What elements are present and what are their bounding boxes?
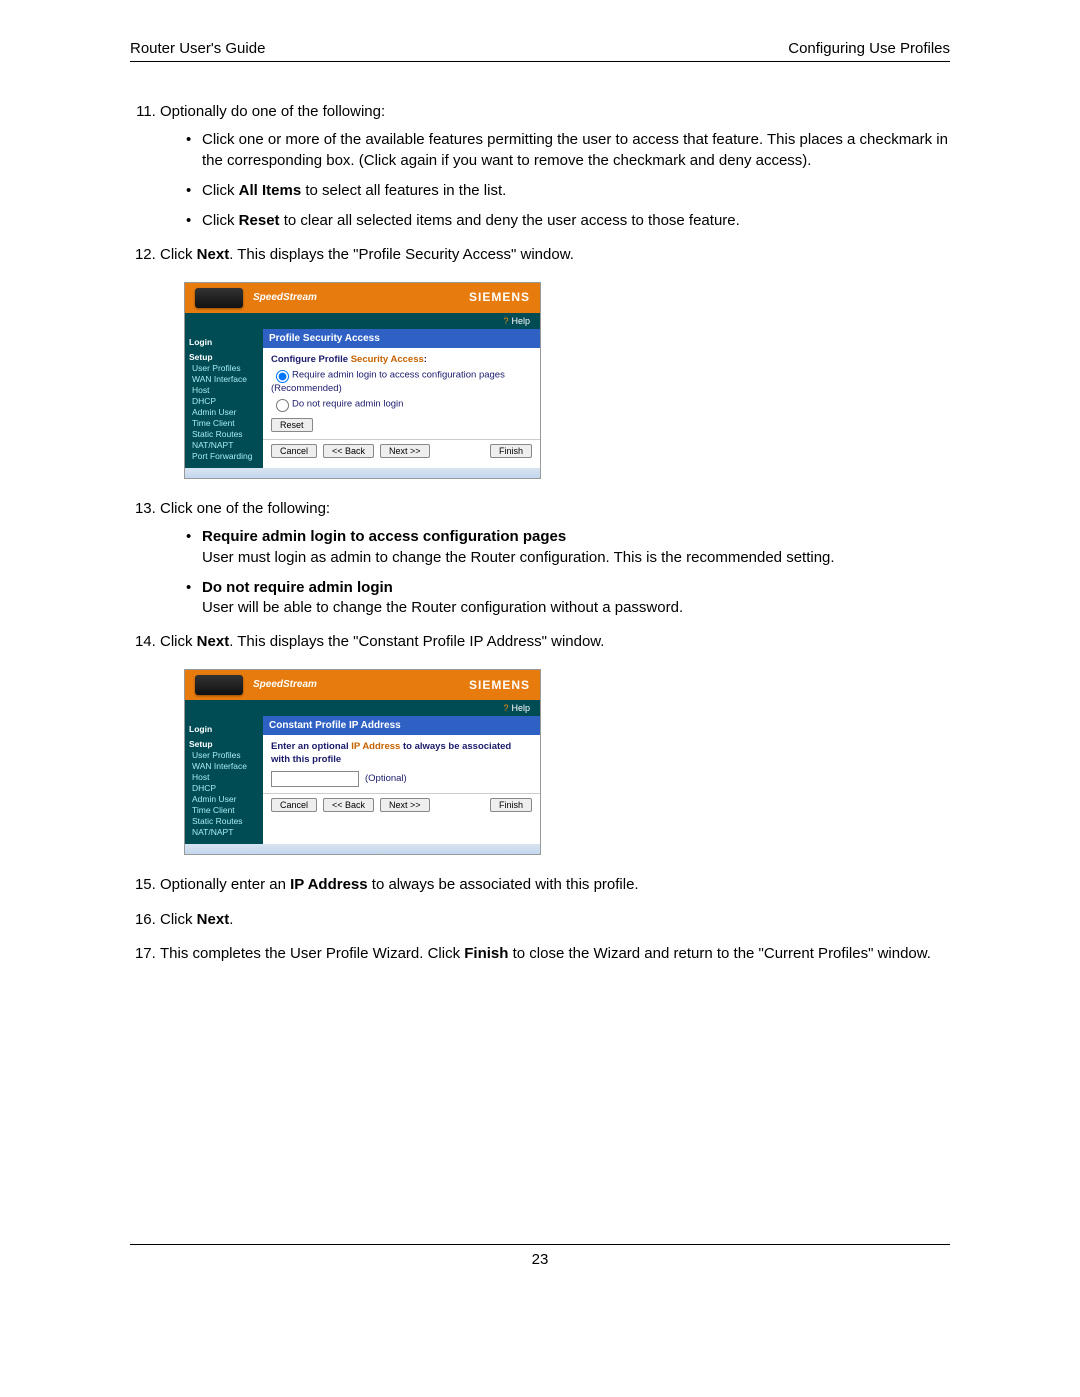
step-13-text: Click one of the following:: [160, 500, 330, 517]
step-11-bullet-2: Click All Items to select all features i…: [186, 181, 950, 201]
nav-login[interactable]: Login: [189, 724, 259, 735]
step-11-text: Optionally do one of the following:: [160, 103, 385, 120]
radio-require-admin-input[interactable]: [276, 370, 289, 383]
step-14: Click Next. This displays the "Constant …: [160, 632, 950, 855]
nav-item[interactable]: Host: [189, 385, 259, 396]
panel-title: Profile Security Access: [263, 329, 540, 349]
radio-no-admin-input[interactable]: [276, 399, 289, 412]
scrollbar[interactable]: [185, 468, 540, 478]
nav-item[interactable]: Port Forwarding: [189, 451, 259, 462]
ss1-topbar: SpeedStream SIEMENS: [185, 283, 540, 313]
step-11-bullet-1: Click one or more of the available featu…: [186, 130, 950, 171]
nav-item[interactable]: WAN Interface: [189, 374, 259, 385]
nav-item[interactable]: DHCP: [189, 783, 259, 794]
config-label: Configure Profile Security Access:: [271, 354, 532, 367]
back-button[interactable]: << Back: [323, 444, 374, 458]
nav-item[interactable]: NAT/NAPT: [189, 827, 259, 838]
ip-instruction: Enter an optional IP Address to always b…: [271, 741, 532, 767]
router-image-icon: [195, 675, 243, 695]
nav-item[interactable]: Admin User: [189, 794, 259, 805]
nav-item[interactable]: Host: [189, 772, 259, 783]
step-13: Click one of the following: Require admi…: [160, 499, 950, 618]
step-list: Optionally do one of the following: Clic…: [130, 102, 950, 964]
wizard-buttons: Cancel << Back Next >> Finish: [263, 439, 540, 462]
step-11: Optionally do one of the following: Clic…: [160, 102, 950, 231]
step-12: Click Next. This displays the "Profile S…: [160, 245, 950, 479]
scrollbar[interactable]: [185, 844, 540, 854]
nav-login[interactable]: Login: [189, 337, 259, 348]
nav-item[interactable]: User Profiles: [189, 750, 259, 761]
header-left: Router User's Guide: [130, 40, 265, 57]
nav-item[interactable]: Admin User: [189, 407, 259, 418]
vendor-label: SIEMENS: [469, 289, 530, 305]
nav-item[interactable]: Static Routes: [189, 816, 259, 827]
brand-label: SpeedStream: [253, 678, 317, 692]
finish-button[interactable]: Finish: [490, 798, 532, 812]
ss1-sidebar: Login Setup User Profiles WAN Interface …: [185, 329, 263, 469]
reset-button[interactable]: Reset: [271, 418, 313, 432]
nav-item[interactable]: User Profiles: [189, 363, 259, 374]
nav-item[interactable]: Time Client: [189, 805, 259, 816]
step-11-bullet-3: Click Reset to clear all selected items …: [186, 211, 950, 231]
nav-item[interactable]: Time Client: [189, 418, 259, 429]
screenshot-profile-security-access: SpeedStream SIEMENS ?Help Login Setup Us…: [184, 282, 950, 480]
finish-button[interactable]: Finish: [490, 444, 532, 458]
header-right: Configuring Use Profiles: [788, 40, 950, 57]
ip-address-input[interactable]: [271, 771, 359, 787]
page-number: 23: [532, 1251, 549, 1268]
next-button[interactable]: Next >>: [380, 444, 430, 458]
step-13-bullet-2: Do not require admin login User will be …: [186, 578, 950, 619]
ss1-help-bar: ?Help: [185, 313, 540, 329]
help-icon: ?: [503, 316, 508, 326]
page-header: Router User's Guide Configuring Use Prof…: [130, 40, 950, 62]
optional-label: (Optional): [365, 773, 407, 786]
step-13-bullet-1: Require admin login to access configurat…: [186, 527, 950, 568]
nav-item[interactable]: WAN Interface: [189, 761, 259, 772]
step-17: This completes the User Profile Wizard. …: [160, 944, 950, 964]
page-footer: 23: [130, 1244, 950, 1268]
vendor-label: SIEMENS: [469, 677, 530, 693]
nav-setup[interactable]: Setup: [189, 352, 259, 363]
ss2-sidebar: Login Setup User Profiles WAN Interface …: [185, 716, 263, 844]
cancel-button[interactable]: Cancel: [271, 798, 317, 812]
nav-setup[interactable]: Setup: [189, 739, 259, 750]
nav-item[interactable]: NAT/NAPT: [189, 440, 259, 451]
step-16: Click Next.: [160, 910, 950, 930]
wizard-buttons: Cancel << Back Next >> Finish: [263, 793, 540, 816]
ss2-topbar: SpeedStream SIEMENS: [185, 670, 540, 700]
screenshot-constant-profile-ip: SpeedStream SIEMENS ?Help Login Setup Us…: [184, 669, 950, 856]
cancel-button[interactable]: Cancel: [271, 444, 317, 458]
help-link[interactable]: Help: [511, 316, 530, 326]
recommended-text: (Recommended): [271, 383, 532, 396]
brand-label: SpeedStream: [253, 291, 317, 305]
router-image-icon: [195, 288, 243, 308]
nav-item[interactable]: DHCP: [189, 396, 259, 407]
radio-no-admin[interactable]: Do not require admin login: [271, 396, 532, 412]
help-link[interactable]: Help: [511, 703, 530, 713]
radio-require-admin[interactable]: Require admin login to access configurat…: [271, 367, 532, 383]
ss2-help-bar: ?Help: [185, 700, 540, 716]
panel-title: Constant Profile IP Address: [263, 716, 540, 736]
next-button[interactable]: Next >>: [380, 798, 430, 812]
nav-item[interactable]: Static Routes: [189, 429, 259, 440]
help-icon: ?: [503, 703, 508, 713]
step-15: Optionally enter an IP Address to always…: [160, 875, 950, 895]
back-button[interactable]: << Back: [323, 798, 374, 812]
